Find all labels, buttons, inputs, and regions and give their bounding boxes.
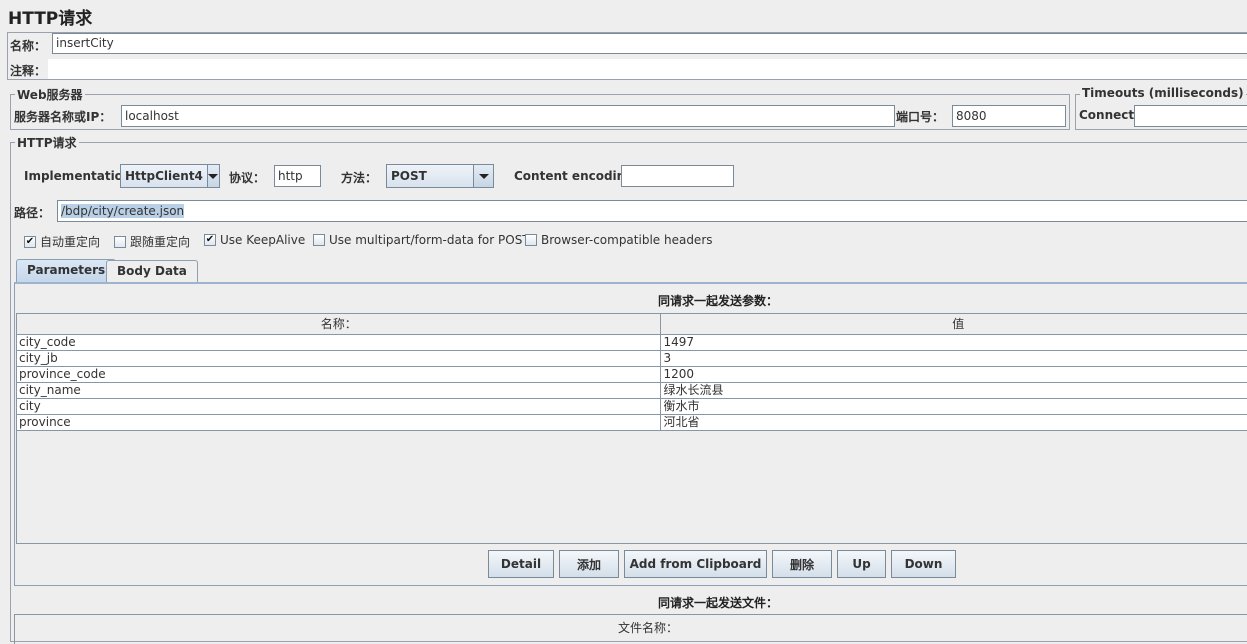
up-button[interactable]: Up: [837, 550, 886, 578]
timeouts-legend: Timeouts (milliseconds): [1080, 86, 1246, 100]
method-select[interactable]: POST: [386, 164, 494, 188]
option-label: Use KeepAlive: [220, 233, 305, 247]
files-title: 同请求一起发送文件：: [658, 594, 778, 611]
table-row[interactable]: city_jb 3: [17, 351, 1247, 367]
param-name-cell[interactable]: city: [17, 399, 661, 415]
column-header-value[interactable]: 值: [661, 314, 1247, 335]
implementation-select[interactable]: HttpClient4: [120, 164, 220, 188]
name-label: 名称：: [10, 37, 46, 54]
method-label: 方法：: [341, 169, 377, 186]
option-browser-headers[interactable]: Browser-compatible headers: [525, 233, 713, 247]
param-value-cell[interactable]: 1200: [661, 367, 1247, 383]
delete-button[interactable]: 删除: [772, 550, 832, 578]
option-follow-redirect[interactable]: 跟随重定向: [114, 233, 190, 250]
checkbox-checked-icon[interactable]: ✔: [204, 234, 216, 246]
encoding-label: Content encoding:: [514, 169, 639, 183]
method-value: POST: [387, 165, 473, 187]
option-label: 跟随重定向: [130, 233, 190, 250]
checkbox-unchecked-icon[interactable]: [114, 236, 126, 248]
detail-button[interactable]: Detail: [488, 550, 554, 578]
param-value-cell[interactable]: 衡水市: [661, 399, 1247, 415]
column-header-filename[interactable]: 文件名称：: [618, 619, 678, 636]
table-header-row: 名称： 值: [17, 314, 1247, 335]
checkbox-unchecked-icon[interactable]: [313, 234, 325, 246]
server-label: 服务器名称或IP：: [14, 108, 111, 125]
add-from-clipboard-button[interactable]: Add from Clipboard: [624, 550, 767, 578]
tab-body-data[interactable]: Body Data: [106, 260, 198, 282]
comment-label: 注释：: [10, 62, 46, 79]
page-title: HTTP请求: [8, 4, 92, 29]
table-row[interactable]: city 衡水市: [17, 399, 1247, 415]
http-request-legend: HTTP请求: [15, 134, 79, 151]
connect-input[interactable]: [1134, 105, 1247, 127]
chevron-down-icon[interactable]: [473, 165, 493, 187]
option-multipart[interactable]: Use multipart/form-data for POST: [313, 233, 530, 247]
table-row[interactable]: province_code 1200: [17, 367, 1247, 383]
path-input[interactable]: /bdp/city/create.json: [57, 200, 1247, 222]
param-value-cell[interactable]: 3: [661, 351, 1247, 367]
down-button[interactable]: Down: [891, 550, 956, 578]
web-server-legend: Web服务器: [15, 86, 85, 103]
option-keepalive[interactable]: ✔ Use KeepAlive: [204, 233, 305, 247]
param-name-cell[interactable]: city_name: [17, 383, 661, 399]
option-label: Browser-compatible headers: [541, 233, 713, 247]
table-row[interactable]: province 河北省: [17, 415, 1247, 431]
implementation-value: HttpClient4: [121, 165, 207, 187]
table-row[interactable]: city_code 1497: [17, 335, 1247, 351]
path-label: 路径：: [14, 204, 50, 221]
option-label: Use multipart/form-data for POST: [329, 233, 530, 247]
param-value-cell[interactable]: 绿水长流县: [661, 383, 1247, 399]
protocol-input[interactable]: http: [274, 165, 321, 187]
option-label: 自动重定向: [40, 233, 100, 250]
param-name-cell[interactable]: city_code: [17, 335, 661, 351]
path-value: /bdp/city/create.json: [61, 204, 184, 218]
chevron-down-icon[interactable]: [207, 165, 219, 187]
parameters-table: 名称： 值 city_code 1497 city_jb 3 province_…: [16, 313, 1247, 431]
checkbox-checked-icon[interactable]: ✔: [24, 236, 36, 248]
column-header-name[interactable]: 名称：: [17, 314, 661, 335]
table-row[interactable]: city_name 绿水长流县: [17, 383, 1247, 399]
checkbox-unchecked-icon[interactable]: [525, 234, 537, 246]
name-input[interactable]: insertCity: [52, 33, 1247, 54]
param-value-cell[interactable]: 1497: [661, 335, 1247, 351]
protocol-label: 协议：: [229, 169, 265, 186]
param-value-cell[interactable]: 河北省: [661, 415, 1247, 431]
encoding-input[interactable]: [621, 165, 734, 187]
port-label: 端口号：: [896, 108, 944, 125]
param-name-cell[interactable]: province_code: [17, 367, 661, 383]
add-button[interactable]: 添加: [559, 550, 619, 578]
param-name-cell[interactable]: province: [17, 415, 661, 431]
param-name-cell[interactable]: city_jb: [17, 351, 661, 367]
comment-input[interactable]: [48, 59, 1247, 79]
tab-parameters[interactable]: Parameters: [16, 259, 116, 283]
connect-label: Connect:: [1079, 108, 1139, 122]
server-input[interactable]: localhost: [121, 105, 895, 127]
option-auto-redirect[interactable]: ✔ 自动重定向: [24, 233, 100, 250]
port-input[interactable]: 8080: [952, 105, 1066, 127]
parameters-title: 同请求一起发送参数：: [658, 292, 778, 309]
